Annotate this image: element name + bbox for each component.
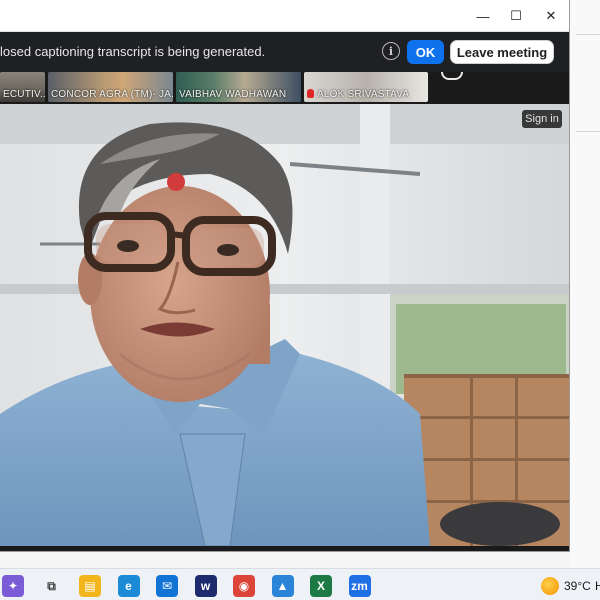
sign-in-button[interactable]: Sign in [522,110,562,128]
photos-icon[interactable]: ▲ [271,575,294,597]
info-icon[interactable]: i [382,42,400,60]
excel-icon[interactable]: X [310,575,332,597]
maximize-button[interactable]: ☐ [499,0,533,32]
mail-icon[interactable]: ✉ [156,575,178,597]
ok-button[interactable]: OK [407,40,444,64]
temperature-text[interactable]: 39°C [564,579,591,593]
muted-mic-icon [307,89,314,98]
speaker-video-frame [0,104,569,546]
zoom-meeting-window: — ☐ ✕ losed captioning transcript is bei… [0,0,570,552]
background-line [576,131,600,132]
webex-icon[interactable]: w [194,575,217,597]
chrome-icon[interactable]: ◉ [233,575,255,597]
caption-notice-text: losed captioning transcript is being gen… [0,44,266,59]
edge-icon[interactable]: e [117,575,140,597]
title-bar: — ☐ ✕ [0,0,569,32]
weather-icon[interactable] [541,577,559,595]
participant-name: ECUTIV... [3,89,45,100]
participant-name: ALOK SRIVASTAVA [317,89,410,100]
background-line [576,34,600,35]
weather-extra-text: H [595,579,600,593]
participant-strip: ECUTIV... CONCOR AGRA (TM)- JA... VAIBHA… [0,72,569,104]
file-explorer-icon[interactable]: ▤ [79,575,101,597]
background-window-edge [570,0,600,568]
participant-thumbnail[interactable]: VAIBHAV WADHAWAN [176,72,301,102]
copilot-icon[interactable]: ✦ [2,575,24,597]
participant-thumbnail[interactable]: ALOK SRIVASTAVA [304,72,428,102]
task-view-icon[interactable]: ⧉ [41,575,63,597]
participant-name-row: ALOK SRIVASTAVA [307,89,409,100]
participant-thumbnail[interactable]: ECUTIV... [0,72,45,102]
participant-name: VAIBHAV WADHAWAN [179,89,287,100]
taskbar: ✦ ⧉ ▤ e ✉ w ◉ ▲ Xzm 39°C H [0,568,600,600]
minimize-button[interactable]: — [466,0,500,32]
close-button[interactable]: ✕ [534,0,568,32]
participant-thumbnail[interactable]: CONCOR AGRA (TM)- JA... [48,72,173,102]
zoom-icon[interactable]: zm [348,575,371,597]
participant-name: CONCOR AGRA (TM)- JA... [51,89,173,100]
leave-meeting-button[interactable]: Leave meeting [450,40,554,64]
caption-notice-bar: losed captioning transcript is being gen… [0,32,569,72]
active-speaker-video: Sign in [0,104,569,546]
